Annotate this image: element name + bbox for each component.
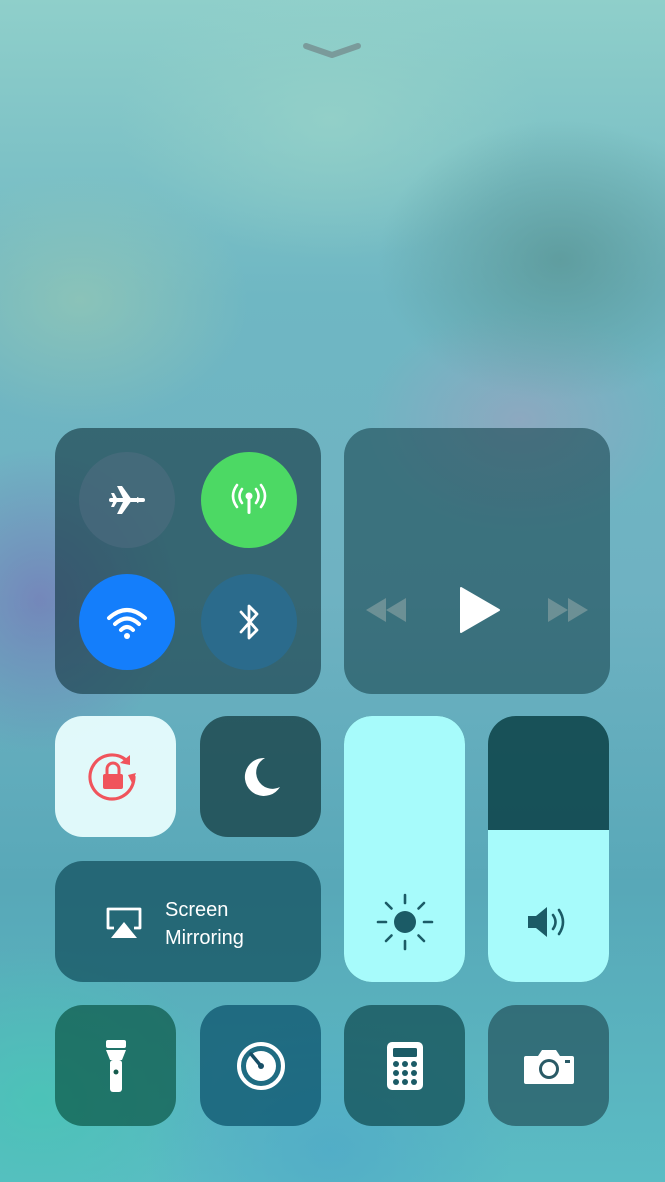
brightness-glyph xyxy=(344,892,465,952)
flashlight-icon xyxy=(105,1039,126,1092)
volume-slider[interactable] xyxy=(488,716,609,982)
bluetooth-button[interactable] xyxy=(201,574,297,670)
moon-icon xyxy=(244,757,280,796)
speaker-icon xyxy=(527,907,564,937)
do-not-disturb-button[interactable] xyxy=(200,716,321,837)
screen-mirroring-label-line2: Mirroring xyxy=(165,927,244,949)
camera-icon xyxy=(523,1049,574,1084)
calculator-icon xyxy=(386,1041,423,1090)
timer-button[interactable] xyxy=(200,1005,321,1126)
airplane-icon xyxy=(109,486,145,514)
screen-mirroring-label: Screen Mirroring xyxy=(165,896,244,952)
rewind-icon[interactable] xyxy=(364,596,408,624)
cellular-antenna-icon xyxy=(231,483,267,514)
timer-icon xyxy=(236,1041,285,1090)
airplane-mode-button[interactable] xyxy=(79,452,175,548)
screen-mirroring-label-line1: Screen xyxy=(165,899,229,921)
bluetooth-icon xyxy=(239,604,259,640)
media-controls xyxy=(344,580,610,640)
airplay-icon xyxy=(106,907,142,938)
cellular-data-button[interactable] xyxy=(201,452,297,548)
wifi-icon xyxy=(107,608,147,639)
sun-icon xyxy=(376,893,433,951)
calculator-button[interactable] xyxy=(344,1005,465,1126)
camera-button[interactable] xyxy=(488,1005,609,1126)
dismiss-chevron-icon[interactable] xyxy=(302,40,362,60)
volume-glyph xyxy=(488,902,609,942)
brightness-slider[interactable] xyxy=(344,716,465,982)
play-icon[interactable] xyxy=(457,586,501,634)
fast-forward-icon[interactable] xyxy=(546,596,590,624)
flashlight-button[interactable] xyxy=(55,1005,176,1126)
wifi-button[interactable] xyxy=(79,574,175,670)
orientation-lock-button[interactable] xyxy=(55,716,176,837)
rotation-lock-icon xyxy=(87,752,136,801)
now-playing-panel xyxy=(344,428,610,694)
